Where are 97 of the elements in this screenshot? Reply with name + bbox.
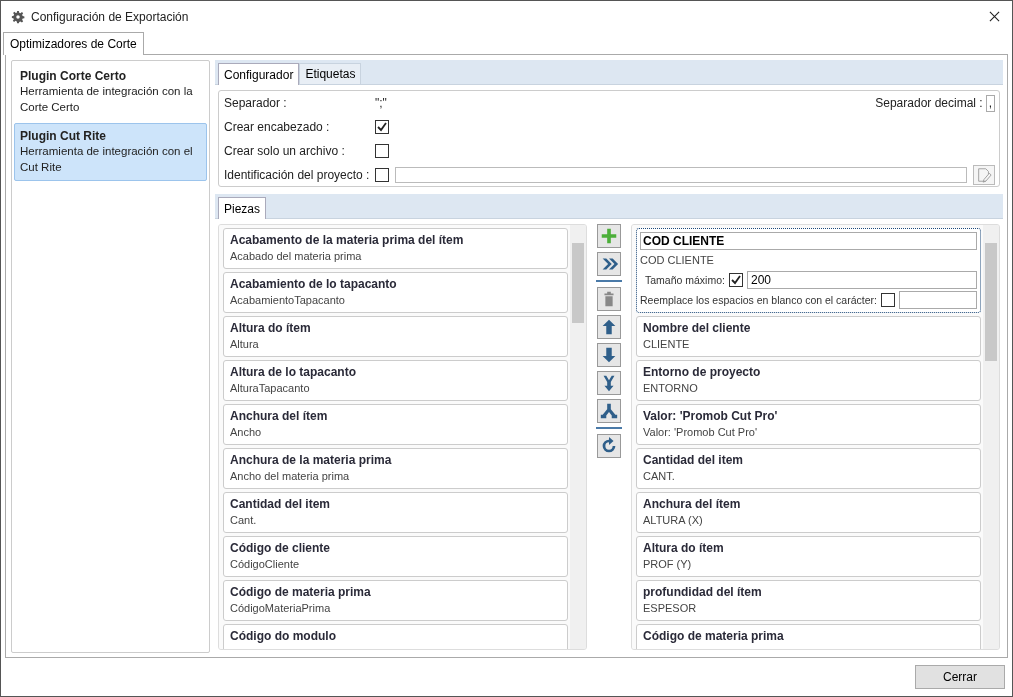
field-subtitle: CódigoCliente [230,557,301,572]
checkbox[interactable] [880,293,895,307]
field-subtitle: COD CLIENTE [640,253,715,268]
field-label: Reemplace los espacios en blanco con el carácter: [640,294,877,306]
field-item[interactable]: Código de materia prima CódigoMateriaPrima [223,580,568,621]
tab[interactable]: Etiquetas [299,63,362,84]
field-label: Separador decimal : [875,96,983,110]
max-size-input[interactable]: 200 [746,271,977,289]
field-subtitle: CLIENTE [643,337,691,352]
scrollbar[interactable] [570,225,586,649]
window-title: Configuración de Exportación [31,9,190,24]
field-subtitle: ALTURA (X) [643,513,704,528]
field-item[interactable]: Altura de lo tapacanto AlturaTapacanto [223,360,568,401]
field-item[interactable]: Acabamento de la materia prima del ítem Acabado del materia prima [223,228,568,269]
plugin-item[interactable]: Plugin Cut Rite Herramienta de integración con el Cut Rite [14,123,207,181]
split-button[interactable] [597,399,621,423]
field-subtitle: Cant. [230,513,258,528]
project-id-field[interactable] [395,167,967,183]
close-icon[interactable] [989,11,1000,22]
field-item[interactable]: Acabamiento de lo tapacanto AcabamientoTapacanto [223,272,568,313]
field-item[interactable]: Anchura del ítem ALTURA (X) [636,492,981,533]
field-label: Tamaño máximo: [645,274,725,286]
tab[interactable]: Configurador [218,63,300,85]
field-item[interactable]: COD CLIENTE COD CLIENTE Tamaño máximo: 200 Reemplace los espacios en blanco con el carácter: [636,228,981,313]
tab[interactable]: Optimizadores de Corte [3,32,144,55]
field-name-input[interactable]: COD CLIENTE [640,232,977,250]
field-item[interactable]: Anchura del ítem Ancho [223,404,568,445]
field-title: profundidad del ítem [643,584,763,600]
field-subtitle: PROF (Y) [643,557,693,572]
field-item[interactable]: Altura do ítem Altura [223,316,568,357]
replace-char-input[interactable] [898,291,977,309]
plus-icon [599,226,619,246]
checkbox[interactable] [375,168,390,182]
field-label: Separador : [224,96,288,110]
scrollbar[interactable] [983,225,999,649]
field-label: Crear solo un archivo : [224,144,346,158]
checkbox[interactable] [375,120,389,134]
field-title: Cantidad del item [643,452,744,468]
field-title: Anchura del ítem [643,496,742,512]
close-button[interactable]: Cerrar [915,665,1005,689]
field-title: Entorno de proyecto [643,364,762,380]
field-subtitle: Acabado del materia prima [230,249,363,264]
field-title: Altura do ítem [643,540,725,556]
gear-icon [11,9,25,24]
plugin-description: Herramienta de integración con la Corte Certo [20,84,194,115]
pencil-note-icon [976,167,992,183]
field-subtitle: Valor: 'Promob Cut Pro' [643,425,759,440]
checkbox[interactable] [728,273,743,287]
field-title: Altura do ítem [230,320,312,336]
field-subtitle: Altura [230,337,260,352]
field-title: Anchura del ítem [230,408,329,424]
field-subtitle: ENTORNO [643,381,699,396]
field-subtitle: Ancho del materia prima [230,469,351,484]
field-title: Cantidad del item [230,496,331,512]
field-item[interactable]: Altura do ítem PROF (Y) [636,536,981,577]
field-subtitle: AlturaTapacanto [230,381,311,396]
field-title: Código de cliente [230,540,331,556]
field-item[interactable]: Código do modulo [223,624,568,649]
field-item[interactable]: Entorno de proyecto ENTORNO [636,360,981,401]
merge-button[interactable] [597,371,621,395]
field-subtitle: CANT. [643,469,676,484]
field-item[interactable]: Código de materia prima [636,624,981,649]
field-title: Acabamiento de lo tapacanto [230,276,398,292]
plugin-title: Plugin Corte Certo [20,69,127,83]
field-item[interactable]: Código de cliente CódigoCliente [223,536,568,577]
field-item[interactable]: profundidad del ítem ESPESOR [636,580,981,621]
field-label: Crear encabezado : [224,120,331,134]
field-title: Valor: 'Promob Cut Pro' [643,408,779,424]
refresh-button[interactable] [597,434,621,458]
field-title: Código do modulo [230,628,337,644]
tab[interactable]: Piezas [218,197,267,219]
plugin-title: Plugin Cut Rite [20,129,107,143]
up-button[interactable] [597,315,621,339]
plugin-item[interactable]: Plugin Corte Certo Herramienta de integración con la Corte Certo [14,63,207,121]
field-title: Acabamento de la materia prima del ítem [230,232,465,248]
field-title: Altura de lo tapacanto [230,364,358,380]
field-subtitle: AcabamientoTapacanto [230,293,346,308]
split-arrow-icon [599,401,619,421]
field-title: Anchura de la materia prima [230,452,393,468]
field-label: Identificación del proyecto : [224,168,370,182]
field-item[interactable]: Nombre del cliente CLIENTE [636,316,981,357]
field-title: Código de materia prima [643,628,785,644]
field-subtitle: CódigoMateriaPrima [230,601,332,616]
field-subtitle: ESPESOR [643,601,698,616]
field-title: Código de materia prima [230,584,372,600]
add-all-button[interactable] [597,252,621,276]
field-item[interactable]: Anchura de la materia prima Ancho del materia prima [223,448,568,489]
decimal-separator-field[interactable]: , [985,94,995,112]
field-item[interactable]: Cantidad del item CANT. [636,448,981,489]
field-item[interactable]: Cantidad del item Cant. [223,492,568,533]
plugin-description: Herramienta de integración con el Cut Rite [20,144,194,175]
separator-value: ";" [375,96,387,110]
field-title: Nombre del cliente [643,320,752,336]
checkbox[interactable] [375,144,389,158]
field-subtitle: Ancho [230,425,263,440]
field-item[interactable]: Valor: 'Promob Cut Pro' Valor: 'Promob Cut Pro' [636,404,981,445]
down-button[interactable] [597,343,621,367]
